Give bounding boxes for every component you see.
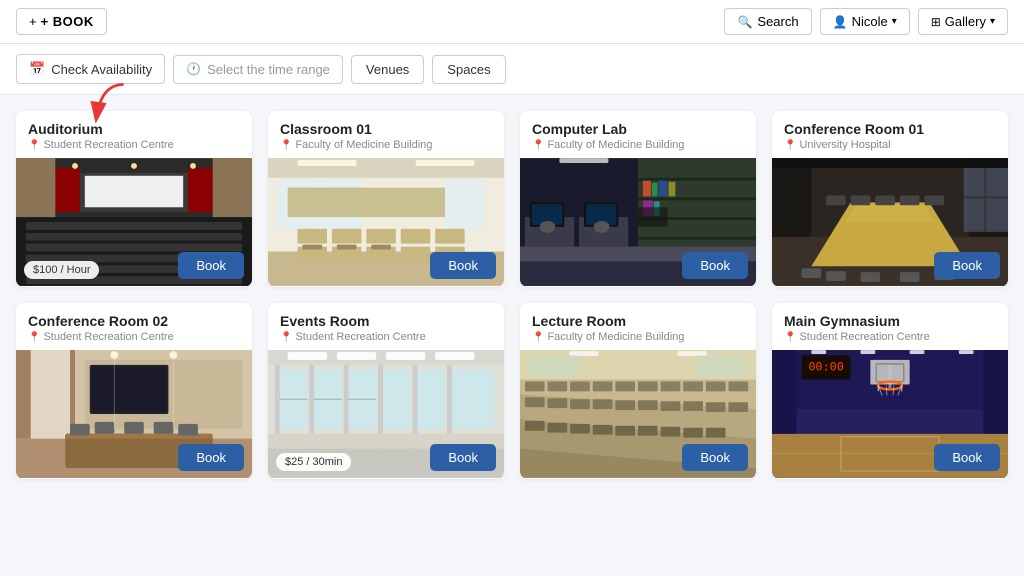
- room-title-computer-lab: Computer Lab: [532, 121, 744, 137]
- room-card-classroom01: Classroom 01 📍 Faculty of Medicine Build…: [268, 111, 504, 287]
- room-card-main-gymnasium: Main Gymnasium 📍 Student Recreation Cent…: [772, 303, 1008, 479]
- card-image-computer-lab: Book: [520, 157, 756, 287]
- book-button-overlay-main-gymnasium[interactable]: Book: [934, 444, 1000, 471]
- card-image-auditorium: $100 / Hour Book: [16, 157, 252, 287]
- card-image-events-room: $25 / 30min Book: [268, 349, 504, 479]
- user-menu-button[interactable]: 👤 Nicole ▾: [820, 8, 910, 35]
- room-card-conference-room-02: Conference Room 02 📍 Student Recreation …: [16, 303, 252, 479]
- room-subtitle-main-gymnasium: 📍 Student Recreation Centre: [784, 331, 996, 343]
- book-button-computer-lab[interactable]: Book: [682, 252, 748, 279]
- gallery-button[interactable]: ⊞ Gallery ▾: [918, 8, 1008, 35]
- chevron-down-icon-gallery: ▾: [990, 16, 995, 27]
- user-label: Nicole: [852, 14, 888, 29]
- room-card-lecture-room: Lecture Room 📍 Faculty of Medicine Build…: [520, 303, 756, 479]
- room-card-computer-lab: Computer Lab 📍 Faculty of Medicine Build…: [520, 111, 756, 287]
- book-button-overlay-conference-room-02[interactable]: Book: [178, 444, 244, 471]
- book-button-overlay-lecture-room[interactable]: Book: [682, 444, 748, 471]
- room-subtitle-conference-room-02: 📍 Student Recreation Centre: [28, 331, 240, 343]
- price-badge-auditorium: $100 / Hour: [24, 261, 99, 279]
- venues-filter-button[interactable]: Venues: [351, 55, 424, 84]
- room-title-conference-room-01: Conference Room 01: [784, 121, 996, 137]
- room-subtitle-auditorium: 📍 Student Recreation Centre: [28, 139, 240, 151]
- card-image-main-gymnasium: 00:00 Book: [772, 349, 1008, 479]
- book-button[interactable]: + + BOOK: [16, 8, 107, 35]
- price-badge-events-room: $25 / 30min: [276, 453, 351, 471]
- room-title-conference-room-02: Conference Room 02: [28, 313, 240, 329]
- card-header-conference-room-02: Conference Room 02 📍 Student Recreation …: [16, 303, 252, 349]
- user-icon: 👤: [833, 15, 848, 29]
- card-image-lecture-room: Book: [520, 349, 756, 479]
- card-image-classroom01: Book: [268, 157, 504, 287]
- card-image-conference-room-01: Book: [772, 157, 1008, 287]
- location-icon: 📍: [784, 140, 796, 151]
- plus-icon: +: [29, 14, 37, 29]
- room-title-auditorium: Auditorium: [28, 121, 240, 137]
- card-header-main-gymnasium: Main Gymnasium 📍 Student Recreation Cent…: [772, 303, 1008, 349]
- card-header-lecture-room: Lecture Room 📍 Faculty of Medicine Build…: [520, 303, 756, 349]
- clock-icon: 🕐: [186, 62, 201, 76]
- search-icon: 🔍: [737, 15, 752, 29]
- room-subtitle-lecture-room: 📍 Faculty of Medicine Building: [532, 331, 744, 343]
- check-availability-button[interactable]: 📅 Check Availability: [16, 54, 165, 84]
- room-title-classroom01: Classroom 01: [280, 121, 492, 137]
- rooms-grid: Auditorium 📍 Student Recreation Centre: [16, 111, 1008, 479]
- room-subtitle-computer-lab: 📍 Faculty of Medicine Building: [532, 139, 744, 151]
- time-range-placeholder: Select the time range: [207, 62, 330, 77]
- location-icon: 📍: [280, 332, 292, 343]
- room-title-main-gymnasium: Main Gymnasium: [784, 313, 996, 329]
- header-left: + + BOOK: [16, 8, 107, 35]
- location-icon: 📍: [280, 140, 292, 151]
- room-card-events-room: Events Room 📍 Student Recreation Centre: [268, 303, 504, 479]
- room-subtitle-conference-room-01: 📍 University Hospital: [784, 139, 996, 151]
- card-header-auditorium: Auditorium 📍 Student Recreation Centre: [16, 111, 252, 157]
- location-icon: 📍: [28, 332, 40, 343]
- book-button-overlay-conference-room-01[interactable]: Book: [934, 252, 1000, 279]
- room-card-conference-room-01: Conference Room 01 📍 University Hospital: [772, 111, 1008, 287]
- filter-bar: 📅 Check Availability 🕐 Select the time r…: [0, 44, 1024, 95]
- card-header-computer-lab: Computer Lab 📍 Faculty of Medicine Build…: [520, 111, 756, 157]
- book-button-auditorium[interactable]: Book: [178, 252, 244, 279]
- calendar-icon: 📅: [29, 61, 45, 77]
- book-button-lecture-room[interactable]: Book: [682, 444, 748, 471]
- chevron-down-icon: ▾: [892, 16, 897, 27]
- svg-text:00:00: 00:00: [808, 360, 844, 374]
- card-header-classroom01: Classroom 01 📍 Faculty of Medicine Build…: [268, 111, 504, 157]
- room-title-events-room: Events Room: [280, 313, 492, 329]
- room-subtitle-events-room: 📍 Student Recreation Centre: [280, 331, 492, 343]
- book-button-conference-room-02[interactable]: Book: [178, 444, 244, 471]
- book-label: + BOOK: [41, 14, 94, 29]
- location-icon: 📍: [28, 140, 40, 151]
- card-image-conference-room-02: Book: [16, 349, 252, 479]
- card-header-conference-room-01: Conference Room 01 📍 University Hospital: [772, 111, 1008, 157]
- header-right: 🔍 Search 👤 Nicole ▾ ⊞ Gallery ▾: [724, 8, 1008, 35]
- spaces-filter-button[interactable]: Spaces: [432, 55, 505, 84]
- spaces-label: Spaces: [447, 62, 490, 77]
- card-header-events-room: Events Room 📍 Student Recreation Centre: [268, 303, 504, 349]
- book-button-overlay-events-room[interactable]: Book: [430, 444, 496, 471]
- main-content: Auditorium 📍 Student Recreation Centre: [0, 95, 1024, 495]
- location-icon: 📍: [532, 332, 544, 343]
- book-button-classroom01[interactable]: Book: [430, 252, 496, 279]
- header: + + BOOK 🔍 Search 👤 Nicole ▾ ⊞ Gallery ▾: [0, 0, 1024, 44]
- venues-label: Venues: [366, 62, 409, 77]
- room-subtitle-classroom01: 📍 Faculty of Medicine Building: [280, 139, 492, 151]
- book-button-overlay-auditorium[interactable]: Book: [178, 252, 244, 279]
- time-range-button[interactable]: 🕐 Select the time range: [173, 55, 343, 84]
- room-card-auditorium: Auditorium 📍 Student Recreation Centre: [16, 111, 252, 287]
- grid-icon: ⊞: [931, 15, 941, 29]
- location-icon: 📍: [784, 332, 796, 343]
- book-button-overlay-computer-lab[interactable]: Book: [682, 252, 748, 279]
- room-title-lecture-room: Lecture Room: [532, 313, 744, 329]
- book-button-main-gymnasium[interactable]: Book: [934, 444, 1000, 471]
- book-button-events-room[interactable]: Book: [430, 444, 496, 471]
- search-label: Search: [757, 14, 798, 29]
- book-button-overlay-classroom01[interactable]: Book: [430, 252, 496, 279]
- location-icon: 📍: [532, 140, 544, 151]
- gallery-label: Gallery: [945, 14, 986, 29]
- search-button[interactable]: 🔍 Search: [724, 8, 811, 35]
- check-availability-label: Check Availability: [51, 62, 152, 77]
- book-button-conference-room-01[interactable]: Book: [934, 252, 1000, 279]
